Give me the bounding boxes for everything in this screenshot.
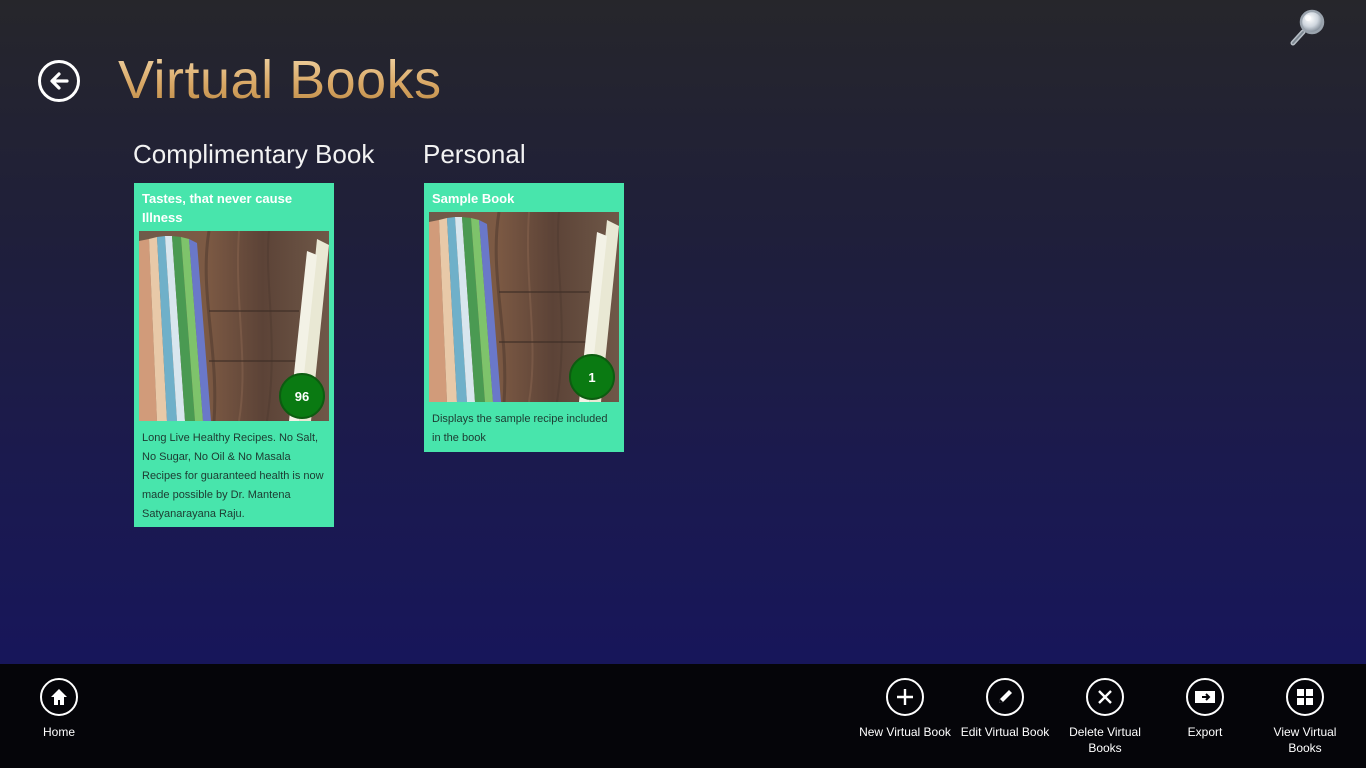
- view-virtual-books-button[interactable]: View Virtual Books: [1257, 678, 1353, 756]
- app-bar: Home New Virtual Book Edit Virtual Book …: [0, 664, 1366, 768]
- back-arrow-icon: [50, 72, 69, 90]
- pencil-icon: [986, 678, 1024, 716]
- book-tile-sample[interactable]: Sample Book 1 Displays the sample recipe…: [424, 183, 624, 452]
- grid-icon: [1286, 678, 1324, 716]
- export-button[interactable]: Export: [1157, 678, 1253, 740]
- export-icon: [1186, 678, 1224, 716]
- home-icon: [40, 678, 78, 716]
- book-cover-image: 96: [139, 231, 329, 421]
- magnifier-icon: [1290, 9, 1325, 46]
- search-button[interactable]: [1288, 8, 1328, 48]
- book-description: Displays the sample recipe included in t…: [432, 413, 608, 444]
- view-virtual-books-label: View Virtual Books: [1273, 725, 1337, 755]
- recipe-count-badge: 1: [569, 354, 615, 400]
- delete-icon: [1086, 678, 1124, 716]
- new-virtual-book-button[interactable]: New Virtual Book: [857, 678, 953, 740]
- back-button[interactable]: [38, 60, 80, 102]
- book-tile-tastes[interactable]: Tastes, that never cause Illness 96 Long…: [134, 183, 334, 527]
- plus-icon: [886, 678, 924, 716]
- page-title: Virtual Books: [118, 50, 442, 110]
- book-cover-image: 1: [429, 212, 619, 402]
- book-title: Tastes, that never cause Illness: [142, 191, 293, 225]
- delete-virtual-books-label: Delete Virtual Books: [1069, 725, 1141, 755]
- book-description: Long Live Healthy Recipes. No Salt, No S…: [142, 432, 324, 520]
- recipe-count-badge: 96: [279, 373, 325, 419]
- group-header-complimentary[interactable]: Complimentary Book: [133, 138, 374, 170]
- home-button[interactable]: Home: [11, 678, 107, 740]
- export-label: Export: [1187, 725, 1223, 739]
- group-header-personal[interactable]: Personal: [423, 138, 526, 170]
- delete-virtual-books-button[interactable]: Delete Virtual Books: [1057, 678, 1153, 756]
- new-virtual-book-label: New Virtual Book: [859, 725, 951, 739]
- home-label: Home: [42, 725, 75, 739]
- edit-virtual-book-button[interactable]: Edit Virtual Book: [957, 678, 1053, 740]
- book-title: Sample Book: [432, 191, 515, 206]
- edit-virtual-book-label: Edit Virtual Book: [960, 725, 1050, 739]
